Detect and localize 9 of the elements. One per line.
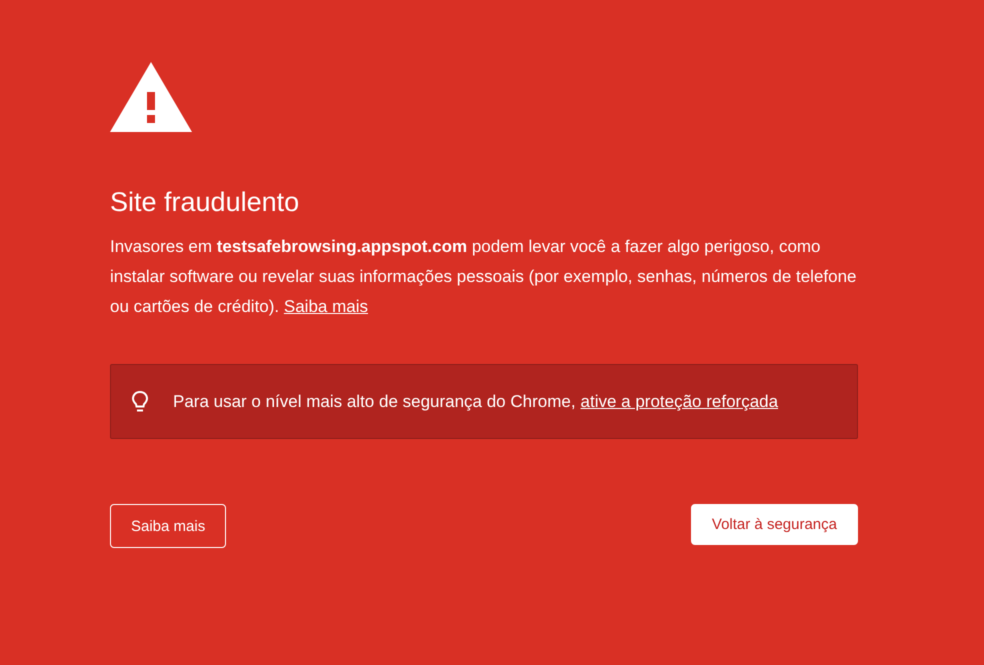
warning-icon	[110, 62, 192, 132]
learn-more-button[interactable]: Saiba mais	[110, 504, 226, 548]
enhanced-protection-link[interactable]: ative a proteção reforçada	[580, 392, 778, 412]
notice-text: Para usar o nível mais alto de segurança do Chrome,	[173, 392, 576, 412]
learn-more-link[interactable]: Saiba mais	[284, 297, 368, 316]
warning-text: Invasores em testsafebrowsing.appspot.com podem levar você a fazer algo perigoso, como instalar software ou revelar suas informações pessoais (por exemplo, senhas, números de telefone ou cartões de crédito). Saiba mais	[110, 236, 858, 318]
lightbulb-icon	[131, 390, 149, 414]
page-title: Site fraudulento	[110, 186, 300, 219]
back-to-safety-button[interactable]: Voltar à segurança	[690, 504, 858, 545]
